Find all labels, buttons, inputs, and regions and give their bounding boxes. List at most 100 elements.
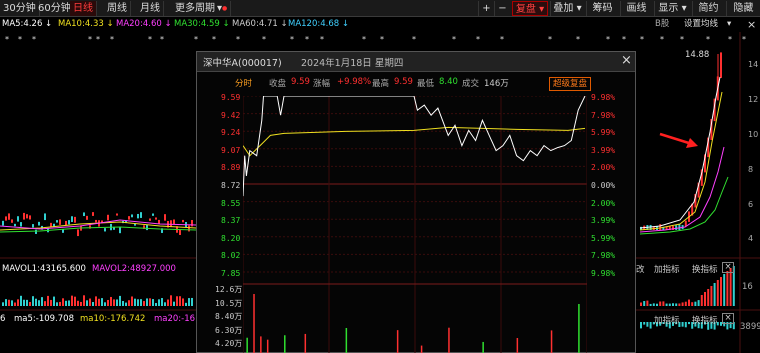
intraday-volume-bar — [516, 338, 519, 353]
tab-more-periods[interactable]: 更多周期 ▾● — [172, 1, 232, 16]
popup-price-tick: 8.20 — [221, 233, 241, 243]
ma-legend-item: MA5:4.26 ↓ — [2, 19, 53, 29]
volume-bar — [5, 299, 7, 306]
popup-tab-intraday[interactable]: 分时 — [235, 77, 252, 89]
volume-bar — [59, 301, 61, 306]
volume-bar — [35, 298, 37, 306]
candle — [14, 223, 16, 227]
ma10-line — [639, 91, 723, 231]
volume-bar — [116, 299, 118, 306]
candle — [44, 213, 46, 221]
candle — [146, 224, 148, 231]
popup-price-tick: 9.59 — [221, 93, 241, 102]
event-marker-icon: * — [728, 35, 732, 44]
intraday-grid — [243, 96, 587, 353]
volume-bar — [182, 298, 184, 306]
volume-bar — [128, 300, 130, 306]
event-marker-icon: * — [18, 35, 22, 44]
popup-price-tick: 9.42 — [221, 110, 241, 120]
volume-value: 146万 — [484, 79, 509, 89]
price-axis-tick: 4 — [748, 234, 754, 243]
candle — [83, 212, 85, 217]
candle — [56, 220, 58, 223]
volume-bar — [710, 286, 713, 306]
sub-panel-edit-button[interactable]: 改 — [636, 263, 645, 275]
popup-price-tick: 8.37 — [221, 216, 241, 226]
macd-bar — [640, 322, 642, 329]
volume-bar — [2, 302, 4, 306]
candle — [158, 219, 160, 224]
popup-price-tick: 8.55 — [221, 198, 241, 208]
event-marker-icon: * — [500, 35, 504, 44]
super-review-button[interactable]: 超级复盘 — [549, 77, 591, 91]
ma-legend-close-icon[interactable]: × — [747, 18, 756, 31]
candle — [8, 213, 10, 220]
price-axis-tick: 10 — [748, 130, 759, 139]
change-label: 涨幅 — [313, 79, 331, 89]
event-markers: * * * * * * * * * * * * * * * * * * * * * * * * * * * * * * * — [5, 35, 746, 44]
event-marker-icon: * — [622, 35, 626, 44]
candle — [116, 213, 118, 216]
volume-bar — [720, 277, 722, 306]
popup-pct-tick: 5.99% — [591, 233, 616, 243]
candle — [137, 213, 139, 219]
close-label: 收盘 — [269, 79, 287, 89]
ma-settings-button[interactable]: 设置均线 — [684, 18, 718, 31]
hide-button[interactable]: 隐藏 — [726, 1, 760, 16]
candle — [188, 225, 190, 232]
chips-button[interactable]: 筹码 — [586, 1, 618, 16]
tab-weekly[interactable]: 周线 — [104, 1, 131, 16]
popup-pct-tick: 3.99% — [591, 145, 616, 155]
switch-indicator-button-2[interactable]: 换指标 — [692, 314, 718, 326]
volume-bar — [155, 302, 157, 306]
popup-price-tick: 9.07 — [221, 145, 241, 155]
switch-indicator-button[interactable]: 换指标 — [692, 263, 718, 275]
volume-bar — [110, 296, 112, 306]
candle — [29, 215, 31, 220]
candle — [5, 216, 7, 221]
popup-close-icon[interactable]: × — [621, 53, 632, 68]
close-panel-icon[interactable]: × — [722, 262, 734, 273]
drawing-button[interactable]: 画线 — [620, 1, 652, 16]
candle — [65, 220, 67, 226]
add-indicator-button-2[interactable]: 加指标 — [654, 314, 680, 326]
tab-60min[interactable]: 60分钟 — [35, 1, 75, 16]
volume-bar — [62, 298, 64, 306]
candle — [2, 220, 4, 226]
volume-bar — [38, 300, 40, 306]
volume-bar — [643, 301, 646, 306]
volume-bar — [640, 302, 642, 306]
review-button[interactable]: 复盘 ▾ — [512, 1, 548, 16]
intraday-volume-bars — [246, 294, 580, 353]
volume-bar — [681, 302, 684, 306]
candle — [74, 216, 76, 223]
ma20-line — [639, 146, 725, 233]
zoom-out-button[interactable]: − — [494, 1, 510, 16]
popup-pct-tick: 5.99% — [591, 128, 616, 138]
volume-bar — [44, 301, 46, 306]
volume-bar — [140, 299, 142, 306]
tab-monthly[interactable]: 月线 — [137, 1, 164, 16]
volume-axis-label: 16 — [742, 282, 753, 292]
tab-30min[interactable]: 30分钟 — [0, 1, 40, 16]
zoom-in-button[interactable]: + — [478, 1, 494, 16]
simple-button[interactable]: 简约 — [692, 1, 724, 16]
volume-bar — [726, 271, 729, 306]
intraday-chart[interactable] — [243, 96, 587, 353]
chevron-down-icon: ▾ — [535, 4, 545, 15]
volume-bar — [652, 303, 655, 306]
display-button[interactable]: 显示 ▾ — [654, 1, 690, 16]
overlay-button[interactable]: 叠加 ▾ — [550, 1, 584, 16]
ma-legend-item: MA120:4.68 ↓ — [288, 19, 349, 29]
volume-bar — [107, 299, 109, 306]
volume-bar — [74, 296, 76, 306]
close-panel-icon-2[interactable]: × — [722, 313, 734, 324]
add-indicator-button[interactable]: 加指标 — [654, 263, 680, 275]
volume-bar — [92, 302, 94, 306]
ma-settings-chevron-icon[interactable]: ▾ — [727, 18, 731, 31]
volume-bar — [161, 298, 163, 306]
tab-daily[interactable]: 日线 — [70, 1, 97, 16]
b-share-label: B股 — [655, 19, 670, 29]
chevron-down-icon: ▾ — [678, 3, 687, 14]
volume-bar — [113, 299, 115, 306]
